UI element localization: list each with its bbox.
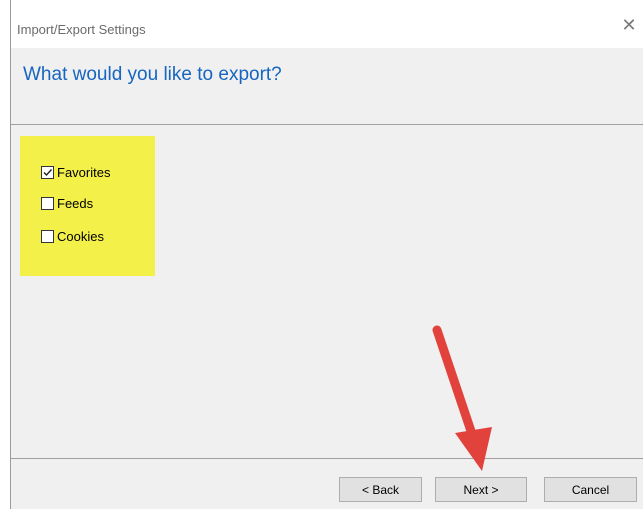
cancel-button[interactable]: Cancel [544, 477, 637, 502]
favorites-checkbox[interactable] [41, 165, 54, 179]
next-button[interactable]: Next > [435, 477, 527, 502]
cookies-checkbox[interactable] [41, 229, 54, 243]
page-heading: What would you like to export? [23, 64, 282, 85]
option-favorites[interactable]: Favorites [41, 163, 110, 181]
title-bar: Import/Export Settings ✕ [11, 0, 643, 48]
top-divider [11, 124, 643, 125]
bottom-divider [11, 458, 643, 459]
favorites-label: Favorites [57, 164, 111, 180]
back-button[interactable]: < Back [339, 477, 422, 502]
dialog-title: Import/Export Settings [17, 22, 146, 37]
checkmark-icon [43, 168, 53, 176]
import-export-dialog: Import/Export Settings ✕ What would you … [10, 0, 643, 509]
feeds-label: Feeds [57, 195, 94, 211]
option-cookies[interactable]: Cookies [41, 227, 104, 245]
cookies-label: Cookies [57, 228, 104, 244]
feeds-checkbox[interactable] [41, 196, 54, 210]
close-icon[interactable]: ✕ [614, 10, 643, 40]
option-feeds[interactable]: Feeds [41, 194, 93, 212]
